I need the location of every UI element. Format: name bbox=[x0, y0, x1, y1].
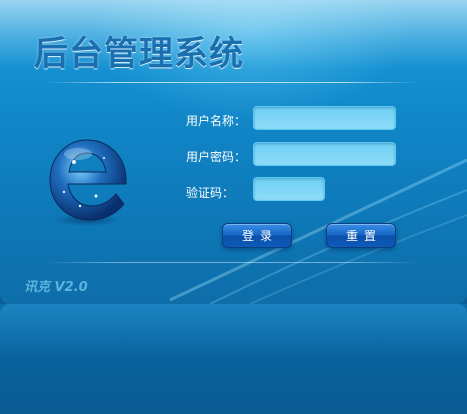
divider-top bbox=[44, 82, 420, 83]
captcha-input[interactable] bbox=[253, 177, 325, 201]
password-input[interactable] bbox=[253, 142, 396, 166]
ie-globe-icon bbox=[49, 139, 127, 226]
login-button[interactable]: 登录 bbox=[222, 223, 292, 248]
captcha-label: 验证码： bbox=[186, 186, 235, 200]
page-title: 后台管理系统 bbox=[34, 34, 244, 74]
password-label: 用户密码： bbox=[186, 150, 247, 164]
username-label: 用户名称： bbox=[186, 114, 247, 128]
reflection-band bbox=[0, 304, 467, 358]
divider-bottom bbox=[44, 262, 420, 263]
version-label: 讯克 V2.0 bbox=[24, 280, 88, 295]
reset-button[interactable]: 重置 bbox=[326, 223, 396, 248]
panel-reflection bbox=[0, 304, 467, 414]
login-panel: 后台管理系统 用户名称： 用户密码： 验证码： 登录 重置 讯克 V2.0 bbox=[0, 0, 467, 304]
username-input[interactable] bbox=[253, 106, 396, 130]
